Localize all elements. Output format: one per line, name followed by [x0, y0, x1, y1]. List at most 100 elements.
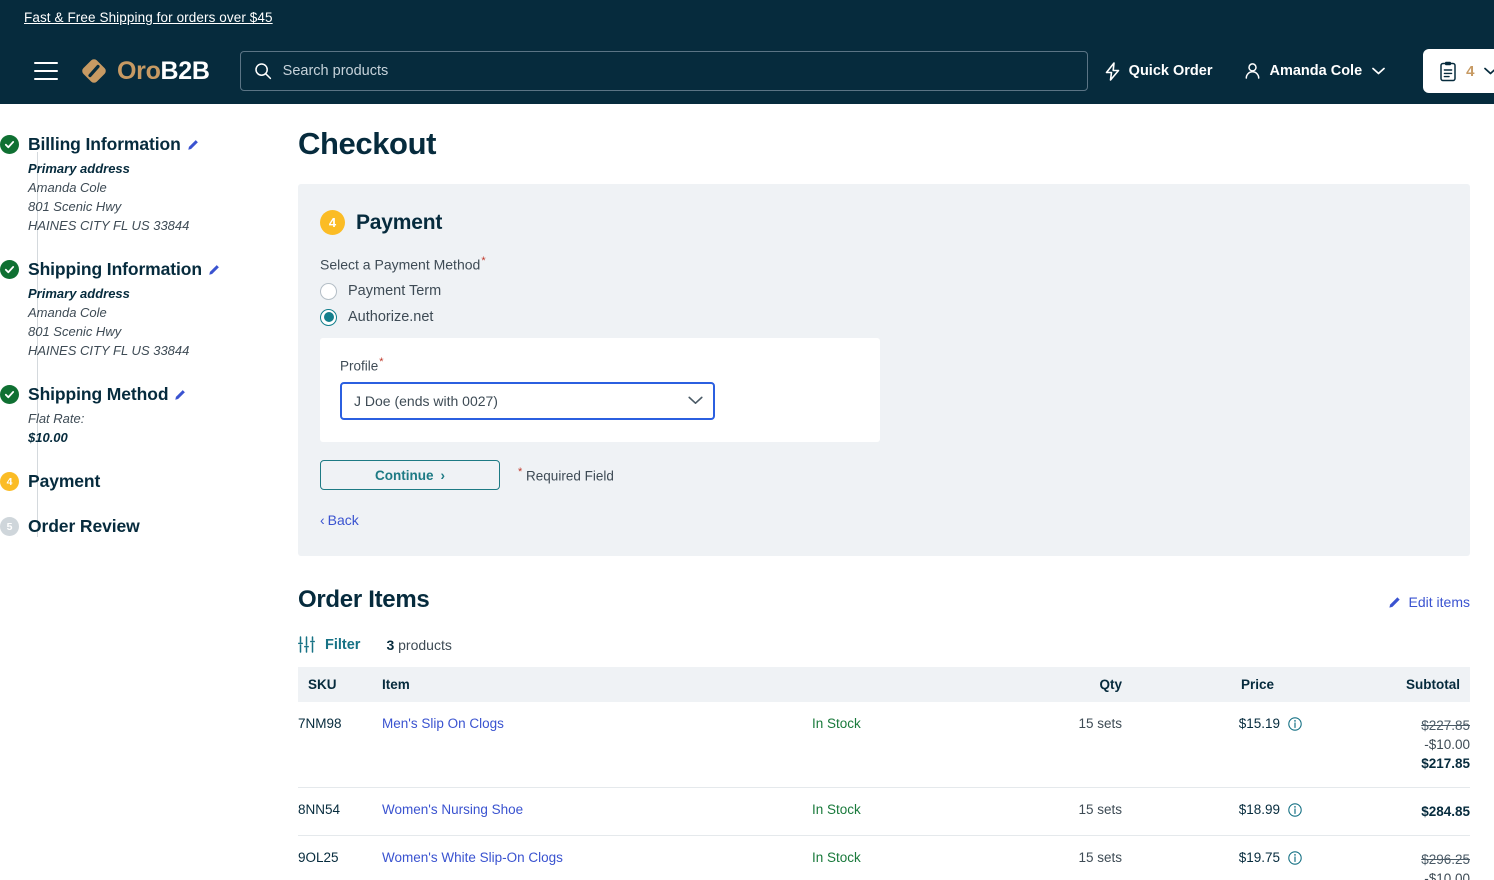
payment-method-label-text: Select a Payment Method [320, 257, 480, 273]
chevron-down-icon [1372, 67, 1385, 75]
required-field-hint: * Required Field [517, 466, 614, 484]
edit-pencil-icon[interactable] [174, 388, 187, 401]
step-status-bullet: 5 [0, 517, 19, 536]
address-line: Amanda Cole [28, 303, 298, 322]
promo-banner-link[interactable]: Fast & Free Shipping for orders over $45 [24, 10, 273, 25]
info-icon[interactable] [1288, 717, 1302, 731]
column-header-subtotal: Subtotal [1302, 667, 1470, 702]
search-box [240, 51, 1088, 91]
step-status-bullet [0, 135, 19, 154]
required-asterisk: * [481, 255, 485, 267]
payment-method-option-authorize-net[interactable]: Authorize.net [320, 309, 1448, 326]
oro-diamond-icon [79, 56, 109, 86]
product-link[interactable]: Women's Nursing Shoe [382, 802, 523, 817]
check-icon [4, 389, 15, 400]
filter-label: Filter [325, 637, 360, 653]
cell-qty: 15 sets [972, 836, 1122, 880]
price-value: $15.19 [1239, 716, 1280, 731]
product-count-number: 3 [386, 637, 394, 653]
required-asterisk: * [518, 466, 522, 478]
site-header: Fast & Free Shipping for orders over $45… [0, 0, 1494, 104]
edit-pencil-icon[interactable] [208, 263, 221, 276]
step-title-shipping-method[interactable]: Shipping Method [28, 384, 187, 405]
continue-button[interactable]: Continue › [320, 460, 500, 490]
site-logo[interactable]: OroB2B [79, 56, 210, 86]
column-header-item: Item [382, 667, 812, 702]
logo-text: OroB2B [117, 59, 210, 84]
product-link[interactable]: Men's Slip On Clogs [382, 716, 504, 731]
cell-sku: 9OL25 [298, 836, 382, 880]
payment-method-option-label: Payment Term [348, 283, 441, 299]
back-link[interactable]: ‹ Back [320, 512, 359, 528]
shipping-method-price: $10.00 [28, 428, 298, 447]
cell-item: Women's Nursing Shoe [382, 788, 812, 836]
search-input[interactable] [240, 51, 1088, 91]
subtotal-discount: -$10.00 [1302, 869, 1470, 880]
continue-button-label: Continue [375, 468, 434, 483]
address-line: 801 Scenic Hwy [28, 197, 298, 216]
authorize-net-profile-box: Profile* J Doe (ends with 0027) [320, 338, 880, 443]
step-status-bullet [0, 385, 19, 404]
chevron-right-icon: › [441, 468, 446, 483]
sidebar-step-order-review: 5 Order Review [28, 516, 298, 537]
column-header-stock [812, 667, 972, 702]
shipping-method-name: Flat Rate: [28, 409, 298, 428]
payment-method-option-payment-term[interactable]: Payment Term [320, 283, 1448, 300]
radio-selected-icon[interactable] [320, 309, 337, 326]
checkout-steps-list: Billing Information Primary address Aman… [0, 134, 298, 537]
cell-stock: In Stock [812, 702, 972, 788]
edit-items-label: Edit items [1409, 594, 1470, 610]
subtotal-original: $227.85 [1302, 716, 1470, 735]
cell-sku: 7NM98 [298, 702, 382, 788]
check-icon [4, 264, 15, 275]
order-items-title: Order Items [298, 586, 429, 614]
product-link[interactable]: Women's White Slip-On Clogs [382, 850, 563, 865]
step-label: Payment [28, 471, 100, 492]
profile-select[interactable]: J Doe (ends with 0027) [340, 382, 715, 420]
step-title-shipping-information[interactable]: Shipping Information [28, 259, 221, 280]
cell-stock: In Stock [812, 788, 972, 836]
order-items-header: Order Items Edit items [298, 586, 1470, 614]
checkout-steps-sidebar: Billing Information Primary address Aman… [0, 104, 298, 880]
step-label: Billing Information [28, 134, 181, 155]
step-title-billing[interactable]: Billing Information [28, 134, 200, 155]
subtotal-original: $296.25 [1302, 850, 1470, 869]
subtotal-final: $284.85 [1302, 802, 1470, 821]
info-icon[interactable] [1288, 803, 1302, 817]
account-menu-button[interactable]: Amanda Cole [1228, 62, 1401, 80]
address-label: Primary address [28, 159, 298, 178]
menu-hamburger-icon[interactable] [34, 62, 58, 80]
cell-sku: 8NN54 [298, 788, 382, 836]
edit-items-link[interactable]: Edit items [1388, 594, 1470, 610]
logo-text-b2b: B2B [161, 57, 210, 85]
table-row: 9OL25 Women's White Slip-On Clogs In Sto… [298, 836, 1470, 880]
edit-pencil-icon[interactable] [187, 138, 200, 151]
cell-price: $19.75 [1122, 836, 1302, 880]
step-title-payment[interactable]: Payment [28, 471, 100, 492]
address-line: Amanda Cole [28, 178, 298, 197]
shopping-list-button[interactable]: 4 [1423, 49, 1494, 93]
radio-unselected-icon[interactable] [320, 283, 337, 300]
step-details-billing: Primary address Amanda Cole 801 Scenic H… [28, 159, 298, 235]
step-details-shipping-method: Flat Rate: $10.00 [28, 409, 298, 447]
sidebar-step-billing-information: Billing Information Primary address Aman… [28, 134, 298, 235]
filter-button[interactable]: Filter [298, 636, 360, 653]
lightning-bolt-icon [1104, 62, 1121, 81]
info-icon[interactable] [1288, 851, 1302, 865]
step-status-bullet [0, 260, 19, 279]
column-header-qty: Qty [972, 667, 1122, 702]
step-label: Order Review [28, 516, 140, 537]
cell-subtotal: $296.25 -$10.00 $286.25 [1302, 836, 1470, 880]
product-count-word: products [398, 637, 452, 653]
step-title-order-review: Order Review [28, 516, 140, 537]
payment-heading: Payment [356, 211, 442, 235]
address-line: HAINES CITY FL US 33844 [28, 216, 298, 235]
payment-panel-header: 4 Payment [320, 210, 1448, 235]
page-title: Checkout [298, 126, 1470, 162]
profile-field-label: Profile* [340, 356, 860, 374]
profile-label-text: Profile [340, 358, 378, 373]
quick-order-button[interactable]: Quick Order [1088, 62, 1229, 81]
chevron-down-icon [1484, 67, 1494, 75]
payment-step-number: 4 [320, 210, 345, 235]
cell-qty: 15 sets [972, 702, 1122, 788]
